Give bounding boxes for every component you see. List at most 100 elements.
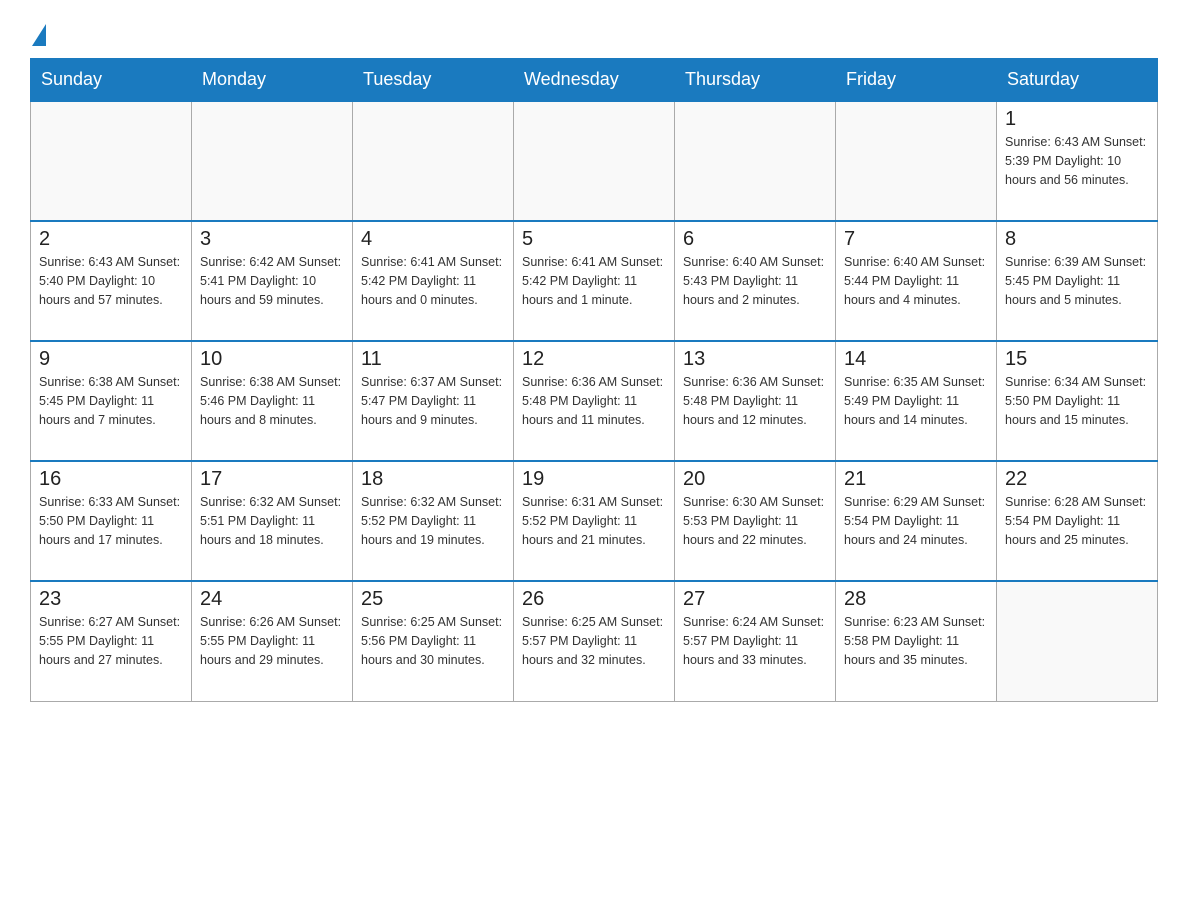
calendar-cell: 12Sunrise: 6:36 AM Sunset: 5:48 PM Dayli… — [514, 341, 675, 461]
calendar-cell: 7Sunrise: 6:40 AM Sunset: 5:44 PM Daylig… — [836, 221, 997, 341]
day-number: 21 — [844, 468, 988, 491]
day-info: Sunrise: 6:43 AM Sunset: 5:40 PM Dayligh… — [39, 253, 183, 309]
week-row-5: 23Sunrise: 6:27 AM Sunset: 5:55 PM Dayli… — [31, 581, 1158, 701]
day-info: Sunrise: 6:41 AM Sunset: 5:42 PM Dayligh… — [522, 253, 666, 309]
calendar-cell: 5Sunrise: 6:41 AM Sunset: 5:42 PM Daylig… — [514, 221, 675, 341]
day-number: 1 — [1005, 108, 1149, 131]
day-info: Sunrise: 6:36 AM Sunset: 5:48 PM Dayligh… — [522, 373, 666, 429]
calendar-cell — [675, 101, 836, 221]
calendar-cell: 21Sunrise: 6:29 AM Sunset: 5:54 PM Dayli… — [836, 461, 997, 581]
calendar-cell — [997, 581, 1158, 701]
week-row-2: 2Sunrise: 6:43 AM Sunset: 5:40 PM Daylig… — [31, 221, 1158, 341]
day-number: 17 — [200, 468, 344, 491]
day-info: Sunrise: 6:27 AM Sunset: 5:55 PM Dayligh… — [39, 613, 183, 669]
calendar-cell: 15Sunrise: 6:34 AM Sunset: 5:50 PM Dayli… — [997, 341, 1158, 461]
calendar-cell — [31, 101, 192, 221]
week-row-3: 9Sunrise: 6:38 AM Sunset: 5:45 PM Daylig… — [31, 341, 1158, 461]
logo-triangle-icon — [32, 24, 46, 46]
calendar-cell: 22Sunrise: 6:28 AM Sunset: 5:54 PM Dayli… — [997, 461, 1158, 581]
calendar-cell: 14Sunrise: 6:35 AM Sunset: 5:49 PM Dayli… — [836, 341, 997, 461]
day-number: 8 — [1005, 228, 1149, 251]
day-info: Sunrise: 6:24 AM Sunset: 5:57 PM Dayligh… — [683, 613, 827, 669]
day-number: 12 — [522, 348, 666, 371]
day-info: Sunrise: 6:25 AM Sunset: 5:57 PM Dayligh… — [522, 613, 666, 669]
calendar-cell — [353, 101, 514, 221]
day-info: Sunrise: 6:32 AM Sunset: 5:51 PM Dayligh… — [200, 493, 344, 549]
weekday-header-tuesday: Tuesday — [353, 59, 514, 102]
day-info: Sunrise: 6:43 AM Sunset: 5:39 PM Dayligh… — [1005, 133, 1149, 189]
day-info: Sunrise: 6:40 AM Sunset: 5:43 PM Dayligh… — [683, 253, 827, 309]
day-number: 28 — [844, 588, 988, 611]
calendar-cell: 1Sunrise: 6:43 AM Sunset: 5:39 PM Daylig… — [997, 101, 1158, 221]
day-number: 22 — [1005, 468, 1149, 491]
calendar-cell: 19Sunrise: 6:31 AM Sunset: 5:52 PM Dayli… — [514, 461, 675, 581]
day-number: 19 — [522, 468, 666, 491]
calendar-cell: 6Sunrise: 6:40 AM Sunset: 5:43 PM Daylig… — [675, 221, 836, 341]
day-info: Sunrise: 6:28 AM Sunset: 5:54 PM Dayligh… — [1005, 493, 1149, 549]
day-info: Sunrise: 6:40 AM Sunset: 5:44 PM Dayligh… — [844, 253, 988, 309]
day-number: 10 — [200, 348, 344, 371]
weekday-header-row: SundayMondayTuesdayWednesdayThursdayFrid… — [31, 59, 1158, 102]
day-number: 20 — [683, 468, 827, 491]
weekday-header-monday: Monday — [192, 59, 353, 102]
day-info: Sunrise: 6:25 AM Sunset: 5:56 PM Dayligh… — [361, 613, 505, 669]
day-info: Sunrise: 6:36 AM Sunset: 5:48 PM Dayligh… — [683, 373, 827, 429]
day-number: 9 — [39, 348, 183, 371]
day-number: 11 — [361, 348, 505, 371]
calendar-cell: 9Sunrise: 6:38 AM Sunset: 5:45 PM Daylig… — [31, 341, 192, 461]
calendar-cell: 23Sunrise: 6:27 AM Sunset: 5:55 PM Dayli… — [31, 581, 192, 701]
day-number: 16 — [39, 468, 183, 491]
calendar-cell: 24Sunrise: 6:26 AM Sunset: 5:55 PM Dayli… — [192, 581, 353, 701]
calendar-cell: 2Sunrise: 6:43 AM Sunset: 5:40 PM Daylig… — [31, 221, 192, 341]
calendar-cell — [514, 101, 675, 221]
weekday-header-sunday: Sunday — [31, 59, 192, 102]
day-info: Sunrise: 6:37 AM Sunset: 5:47 PM Dayligh… — [361, 373, 505, 429]
day-number: 3 — [200, 228, 344, 251]
calendar-cell: 13Sunrise: 6:36 AM Sunset: 5:48 PM Dayli… — [675, 341, 836, 461]
calendar-cell: 17Sunrise: 6:32 AM Sunset: 5:51 PM Dayli… — [192, 461, 353, 581]
calendar-cell: 28Sunrise: 6:23 AM Sunset: 5:58 PM Dayli… — [836, 581, 997, 701]
day-info: Sunrise: 6:26 AM Sunset: 5:55 PM Dayligh… — [200, 613, 344, 669]
calendar-cell: 27Sunrise: 6:24 AM Sunset: 5:57 PM Dayli… — [675, 581, 836, 701]
page-header — [30, 20, 1158, 42]
weekday-header-saturday: Saturday — [997, 59, 1158, 102]
day-number: 2 — [39, 228, 183, 251]
calendar-cell: 3Sunrise: 6:42 AM Sunset: 5:41 PM Daylig… — [192, 221, 353, 341]
calendar-cell: 4Sunrise: 6:41 AM Sunset: 5:42 PM Daylig… — [353, 221, 514, 341]
day-info: Sunrise: 6:38 AM Sunset: 5:46 PM Dayligh… — [200, 373, 344, 429]
day-info: Sunrise: 6:34 AM Sunset: 5:50 PM Dayligh… — [1005, 373, 1149, 429]
calendar-cell: 10Sunrise: 6:38 AM Sunset: 5:46 PM Dayli… — [192, 341, 353, 461]
day-number: 13 — [683, 348, 827, 371]
day-number: 15 — [1005, 348, 1149, 371]
day-info: Sunrise: 6:38 AM Sunset: 5:45 PM Dayligh… — [39, 373, 183, 429]
day-number: 5 — [522, 228, 666, 251]
day-info: Sunrise: 6:31 AM Sunset: 5:52 PM Dayligh… — [522, 493, 666, 549]
calendar-cell: 8Sunrise: 6:39 AM Sunset: 5:45 PM Daylig… — [997, 221, 1158, 341]
day-info: Sunrise: 6:30 AM Sunset: 5:53 PM Dayligh… — [683, 493, 827, 549]
calendar-cell: 26Sunrise: 6:25 AM Sunset: 5:57 PM Dayli… — [514, 581, 675, 701]
day-number: 14 — [844, 348, 988, 371]
calendar-cell — [836, 101, 997, 221]
day-info: Sunrise: 6:33 AM Sunset: 5:50 PM Dayligh… — [39, 493, 183, 549]
week-row-4: 16Sunrise: 6:33 AM Sunset: 5:50 PM Dayli… — [31, 461, 1158, 581]
calendar-table: SundayMondayTuesdayWednesdayThursdayFrid… — [30, 58, 1158, 702]
day-number: 18 — [361, 468, 505, 491]
day-number: 4 — [361, 228, 505, 251]
day-info: Sunrise: 6:39 AM Sunset: 5:45 PM Dayligh… — [1005, 253, 1149, 309]
calendar-cell: 18Sunrise: 6:32 AM Sunset: 5:52 PM Dayli… — [353, 461, 514, 581]
day-info: Sunrise: 6:32 AM Sunset: 5:52 PM Dayligh… — [361, 493, 505, 549]
day-info: Sunrise: 6:29 AM Sunset: 5:54 PM Dayligh… — [844, 493, 988, 549]
day-info: Sunrise: 6:41 AM Sunset: 5:42 PM Dayligh… — [361, 253, 505, 309]
calendar-cell — [192, 101, 353, 221]
day-info: Sunrise: 6:42 AM Sunset: 5:41 PM Dayligh… — [200, 253, 344, 309]
day-info: Sunrise: 6:35 AM Sunset: 5:49 PM Dayligh… — [844, 373, 988, 429]
day-number: 23 — [39, 588, 183, 611]
calendar-cell: 25Sunrise: 6:25 AM Sunset: 5:56 PM Dayli… — [353, 581, 514, 701]
weekday-header-wednesday: Wednesday — [514, 59, 675, 102]
weekday-header-friday: Friday — [836, 59, 997, 102]
logo — [30, 20, 46, 42]
calendar-cell: 16Sunrise: 6:33 AM Sunset: 5:50 PM Dayli… — [31, 461, 192, 581]
day-number: 7 — [844, 228, 988, 251]
week-row-1: 1Sunrise: 6:43 AM Sunset: 5:39 PM Daylig… — [31, 101, 1158, 221]
day-number: 26 — [522, 588, 666, 611]
